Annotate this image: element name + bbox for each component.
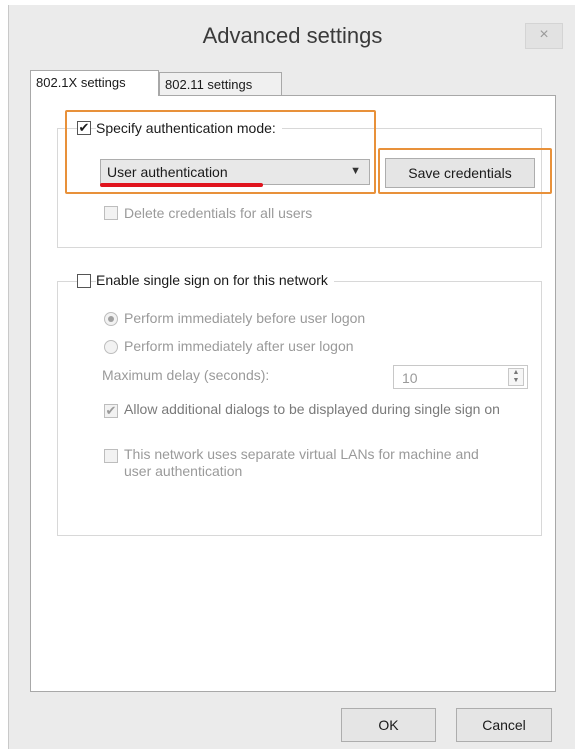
title-bar: Advanced settings × (9, 5, 575, 67)
cancel-button[interactable]: Cancel (456, 708, 552, 742)
allow-dialogs-checkbox[interactable]: ✔ (104, 404, 118, 418)
maximum-delay-stepper[interactable]: 10 ▲ ▼ (393, 365, 528, 389)
dialog-title: Advanced settings (202, 23, 383, 48)
radio-after-logon-label: Perform immediately after user logon (124, 338, 354, 354)
allow-dialogs-label: Allow additional dialogs to be displayed… (124, 401, 500, 417)
highlight-box-auth-mode (65, 110, 376, 194)
enable-sso-label: Enable single sign on for this network (96, 272, 334, 288)
maximum-delay-value: 10 (402, 370, 418, 386)
close-button[interactable]: × (525, 23, 563, 49)
ok-button[interactable]: OK (341, 708, 436, 742)
tab-8021x-settings[interactable]: 802.1X settings (30, 70, 159, 96)
highlight-box-save-credentials (378, 148, 552, 194)
delete-credentials-checkbox[interactable] (104, 206, 118, 220)
separate-vlans-label: This network uses separate virtual LANs … (124, 446, 479, 479)
radio-before-logon-label: Perform immediately before user logon (124, 310, 366, 326)
tab-80211-settings[interactable]: 802.11 settings (159, 72, 282, 96)
delete-credentials-label: Delete credentials for all users (124, 205, 313, 221)
separate-vlans-checkbox[interactable] (104, 449, 118, 463)
radio-selected-dot (108, 316, 114, 322)
enable-sso-checkbox[interactable] (77, 274, 91, 288)
radio-after-logon[interactable] (104, 340, 118, 354)
spin-arrows-icon[interactable]: ▲ ▼ (508, 368, 524, 386)
radio-before-logon[interactable] (104, 312, 118, 326)
maximum-delay-label: Maximum delay (seconds): (102, 367, 270, 383)
